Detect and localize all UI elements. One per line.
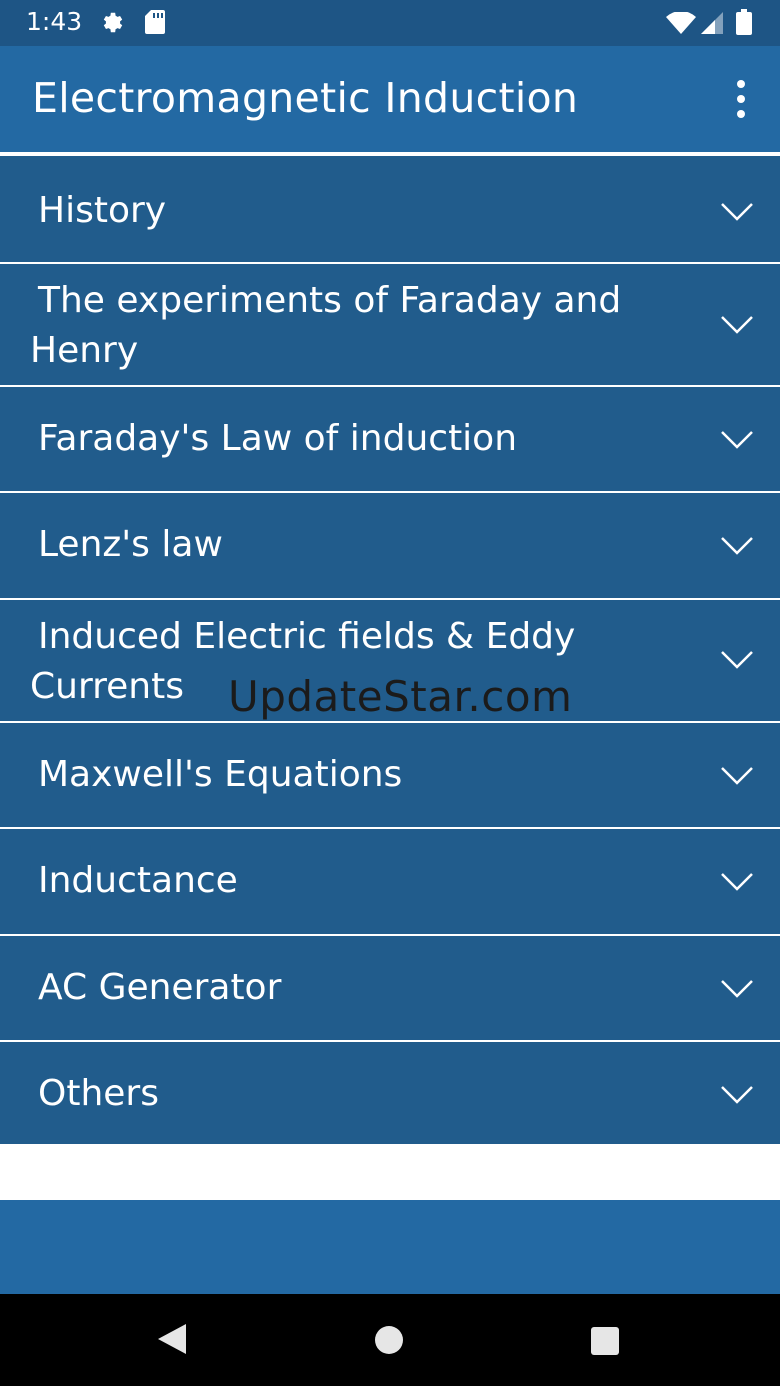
gear-icon (100, 10, 126, 40)
topic-label: Lenz's law (38, 524, 223, 565)
topic-item-history[interactable]: History (0, 152, 780, 262)
page-title: Electromagnetic Induction (32, 74, 579, 122)
home-icon[interactable] (374, 1325, 404, 1359)
system-nav-bar (0, 1294, 780, 1386)
chevron-down-icon (721, 1086, 753, 1104)
signal-icon (701, 12, 723, 38)
chevron-down-icon (721, 203, 753, 221)
topic-label: Inductance (38, 860, 238, 901)
chevron-down-icon (721, 431, 753, 449)
topic-label: History (38, 190, 167, 231)
chevron-down-icon (721, 651, 753, 669)
watermark: UpdateStar.com (228, 672, 573, 721)
app-bar: Electromagnetic Induction (0, 46, 780, 152)
topic-item-maxwell[interactable]: Maxwell's Equations (0, 721, 780, 827)
recents-icon[interactable] (590, 1326, 620, 1360)
back-icon[interactable] (156, 1322, 188, 1360)
footer-band (0, 1200, 780, 1294)
sd-card-icon (145, 10, 165, 38)
topic-list: History The experiments of Faraday and H… (0, 152, 780, 1146)
topic-label: Faraday's Law of induction (38, 418, 518, 459)
topic-item-faraday-henry[interactable]: The experiments of Faraday and Henry (0, 262, 780, 385)
chevron-down-icon (721, 980, 753, 998)
topic-item-faradays-law[interactable]: Faraday's Law of induction (0, 385, 780, 491)
topic-label: The experiments of Faraday and Henry (30, 280, 622, 371)
status-bar: 1:43 (0, 0, 780, 46)
battery-icon (736, 9, 752, 39)
spacer (0, 1144, 780, 1200)
chevron-down-icon (721, 873, 753, 891)
topic-item-lenz-law[interactable]: Lenz's law (0, 491, 780, 598)
chevron-down-icon (721, 537, 753, 555)
topic-label: Maxwell's Equations (38, 754, 403, 795)
topic-item-ac-generator[interactable]: AC Generator (0, 934, 780, 1040)
wifi-icon (666, 11, 696, 38)
more-vert-icon[interactable] (726, 78, 756, 120)
chevron-down-icon (721, 767, 753, 785)
status-time: 1:43 (26, 7, 83, 36)
topic-label: AC Generator (38, 967, 282, 1008)
topic-label: Others (38, 1073, 159, 1114)
topic-item-inductance[interactable]: Inductance (0, 827, 780, 934)
topic-item-others[interactable]: Others (0, 1040, 780, 1146)
chevron-down-icon (721, 316, 753, 334)
